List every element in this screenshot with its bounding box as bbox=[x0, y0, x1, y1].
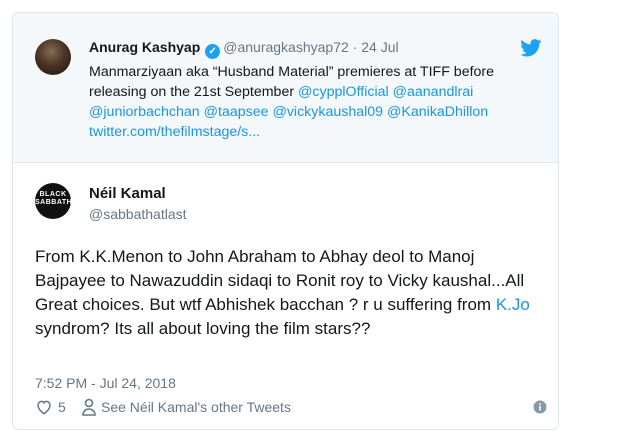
mention-link[interactable]: @taapsee bbox=[204, 104, 269, 120]
quoted-tweet[interactable]: Anurag Kashyap ✓ @anuragkashyap72 · 24 Jul… bbox=[13, 13, 558, 163]
author-name[interactable]: Néil Kamal bbox=[89, 185, 166, 202]
embedded-tweet-card: Anurag Kashyap ✓ @anuragkashyap72 · 24 Jul… bbox=[12, 12, 559, 430]
author-avatar[interactable]: BLACK SABBATH bbox=[35, 183, 73, 219]
mention-link[interactable]: @KanikaDhillon bbox=[387, 104, 488, 120]
mention-link[interactable]: @cypplOfficial bbox=[298, 84, 389, 100]
tweet-actions: 5 See Néil Kamal's other Tweets bbox=[35, 397, 547, 419]
avatar-logo-text: BLACK SABBATH bbox=[35, 191, 73, 206]
mention-link[interactable]: @juniorbachchan bbox=[89, 104, 200, 120]
person-icon[interactable] bbox=[81, 398, 97, 416]
tweet-text: From K.K.Menon to John Abraham to Abhay … bbox=[35, 245, 535, 341]
quoted-header: Anurag Kashyap ✓ @anuragkashyap72 · 24 Jul bbox=[89, 39, 399, 59]
mention-link[interactable]: @vickykaushal09 bbox=[272, 104, 383, 120]
twitter-bird-icon[interactable] bbox=[520, 39, 542, 57]
quoted-author-name[interactable]: Anurag Kashyap bbox=[89, 39, 200, 55]
quoted-date[interactable]: 24 Jul bbox=[361, 39, 398, 55]
quoted-avatar[interactable] bbox=[35, 39, 71, 75]
author-handle[interactable]: @sabbathatlast bbox=[89, 206, 187, 222]
mention-link[interactable]: @aanandlrai bbox=[393, 84, 474, 100]
quoted-url-link[interactable]: twitter.com/thefilmstage/s... bbox=[89, 124, 260, 140]
like-count[interactable]: 5 bbox=[58, 399, 66, 415]
quoted-author-handle[interactable]: @anuragkashyap72 bbox=[223, 39, 349, 55]
tweet-text-tail: syndrom? Its all about loving the film s… bbox=[35, 319, 371, 338]
hashtag-link[interactable]: K.Jo bbox=[496, 295, 530, 314]
verified-badge-icon: ✓ bbox=[205, 44, 221, 59]
tweet-text-body: From K.K.Menon to John Abraham to Abhay … bbox=[35, 247, 525, 314]
quoted-separator: · bbox=[352, 39, 358, 55]
other-tweets-link[interactable]: See Néil Kamal's other Tweets bbox=[101, 399, 291, 415]
info-icon[interactable] bbox=[533, 400, 547, 414]
heart-icon[interactable] bbox=[35, 398, 53, 416]
tweet-timestamp[interactable]: 7:52 PM - Jul 24, 2018 bbox=[35, 375, 176, 391]
quoted-text: Manmarziyaan aka “Husband Material” prem… bbox=[89, 62, 549, 142]
